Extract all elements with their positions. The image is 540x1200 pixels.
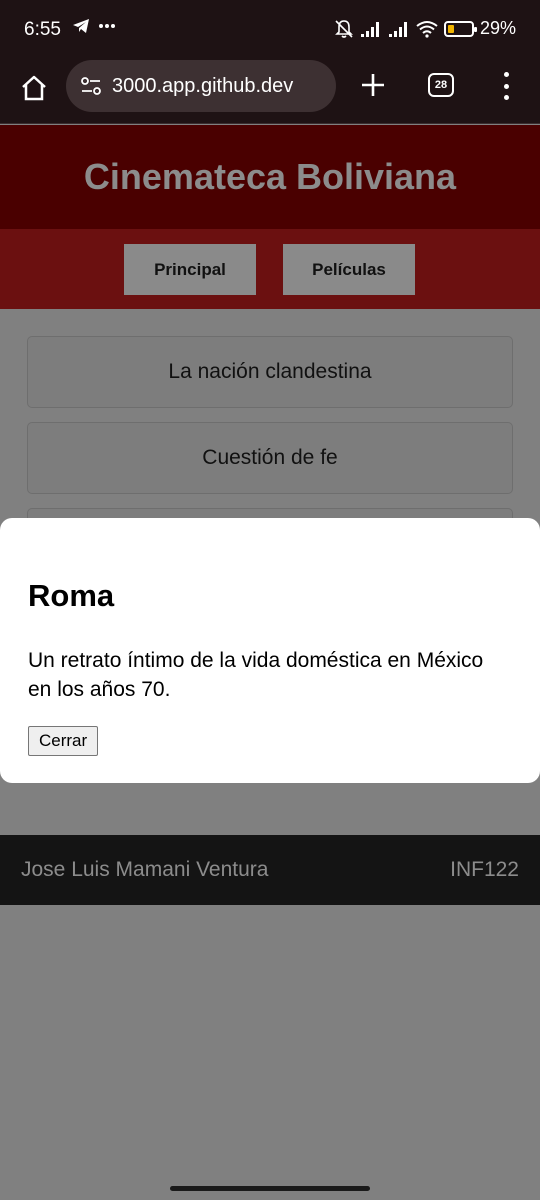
url-text: 3000.app.github.dev [112,74,294,97]
site-header: Cinemateca Boliviana [0,125,540,229]
status-bar: 6:55 29% [0,0,540,60]
gesture-bar[interactable] [170,1186,370,1191]
home-button[interactable] [16,70,52,106]
battery-percent: 29% [479,18,516,38]
bell-off-icon [335,19,353,38]
signal-icon [388,21,407,37]
menu-dot [503,72,509,77]
status-time: 6:55 [24,19,61,40]
menu-dot [503,95,509,100]
battery-icon [443,20,477,37]
plus-icon [362,74,384,96]
modal-title: Roma [28,578,115,613]
browser-toolbar: 3000.app.github.dev 28 [0,60,540,124]
site-nav: Principal Películas [0,229,540,309]
home-icon [22,75,46,101]
site-footer: Jose Luis Mamani Ventura INF122 [0,835,540,905]
nav-peliculas-button[interactable]: Películas [283,244,415,295]
more-dots-icon [99,24,115,28]
tab-switcher-button[interactable]: 28 [428,73,454,97]
status-right-icons: 29% [334,18,516,39]
movie-modal: Roma Un retrato íntimo de la vida domést… [0,518,540,783]
close-button[interactable]: Cerrar [28,726,99,756]
site-settings-icon[interactable] [80,76,102,96]
battery-level [447,24,455,33]
telegram-icon [73,19,89,33]
browser-menu-button[interactable] [498,72,514,100]
menu-dot [503,83,509,89]
signal-icon [360,21,379,37]
new-tab-button[interactable] [358,70,388,100]
movie-card[interactable]: Cuestión de fe [27,422,513,494]
status-left-icons [72,18,116,34]
site-title: Cinemateca Boliviana [83,156,457,197]
wifi-icon [416,20,438,38]
nav-principal-button[interactable]: Principal [124,244,256,295]
footer-course: INF122 [450,858,519,881]
address-bar[interactable]: 3000.app.github.dev [66,60,336,112]
movie-card[interactable]: La nación clandestina [27,336,513,408]
footer-author: Jose Luis Mamani Ventura [21,858,269,881]
modal-description: Un retrato íntimo de la vida doméstica e… [28,649,484,701]
